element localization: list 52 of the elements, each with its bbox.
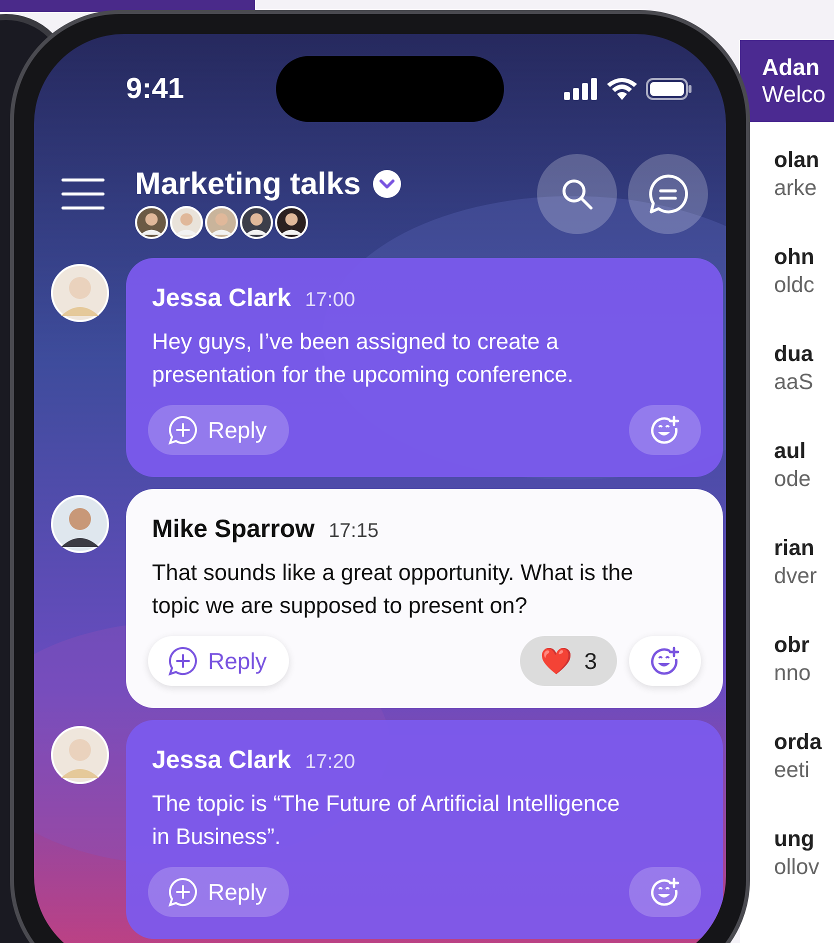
reply-button[interactable]: Reply [148, 405, 289, 455]
contact-subtitle: ode [774, 465, 812, 493]
reaction-button[interactable]: ❤ 3 [520, 636, 617, 686]
reply-bubble-icon [168, 415, 198, 445]
add-reaction-button[interactable] [629, 867, 701, 917]
menu-icon[interactable] [61, 178, 105, 210]
chevron-down-icon[interactable] [372, 170, 401, 198]
contact-name: ohn [774, 243, 816, 271]
reply-button[interactable]: Reply [148, 636, 289, 686]
message-time: 17:00 [305, 289, 356, 312]
contact-subtitle: arke [774, 174, 818, 202]
contact-name: obr [774, 631, 810, 659]
battery-icon [646, 78, 692, 100]
contact-name: dua [774, 340, 814, 368]
smiley-plus-icon [650, 646, 680, 676]
contact-name: aul [774, 437, 807, 465]
contact-subtitle: dver [774, 562, 818, 590]
wifi-icon [607, 78, 637, 100]
message-text: That sounds like a great opportunity. What is the topic we are supposed to present on? [152, 559, 634, 620]
user-avatar [51, 726, 109, 784]
reply-bubble-icon [168, 646, 198, 676]
contact-subtitle: Welco [762, 81, 826, 108]
contact-subtitle: oldc [774, 271, 816, 299]
chat-bubble-icon [647, 173, 689, 215]
message-time: 17:15 [328, 520, 379, 543]
smiley-plus-icon [650, 415, 680, 445]
contact-name: rian [774, 534, 816, 562]
author-name: Jessa Clark [152, 746, 292, 775]
signal-icon [564, 78, 598, 100]
contact-subtitle: ollov [774, 853, 820, 881]
chat-title[interactable]: Marketing talks [135, 166, 361, 202]
contact-subtitle: eeti [774, 756, 810, 784]
reply-button[interactable]: Reply [148, 867, 289, 917]
contact-name: ung [774, 825, 816, 853]
author-name: Mike Sparrow [152, 515, 315, 544]
user-avatar [51, 264, 109, 322]
reply-bubble-icon [168, 877, 198, 907]
contact-subtitle: nno [774, 659, 812, 687]
message-text: Hey guys, I’ve been assigned to create a presentation for the upcoming conference. [152, 328, 575, 389]
message-time: 17:20 [305, 751, 356, 774]
author-name: Jessa Clark [152, 284, 292, 313]
message-text: The topic is “The Future of Artificial Intelligence in Business”. [152, 790, 621, 851]
status-time: 9:41 [126, 72, 186, 106]
add-reaction-button[interactable] [629, 636, 701, 686]
contact-name: orda [774, 728, 823, 756]
contact-name: olan [774, 146, 820, 174]
contact-subtitle: aaS [774, 368, 814, 396]
smiley-plus-icon [650, 877, 680, 907]
contact-name: Adan [762, 54, 820, 81]
search-icon [560, 177, 594, 211]
user-avatar [51, 495, 109, 553]
add-reaction-button[interactable] [629, 405, 701, 455]
